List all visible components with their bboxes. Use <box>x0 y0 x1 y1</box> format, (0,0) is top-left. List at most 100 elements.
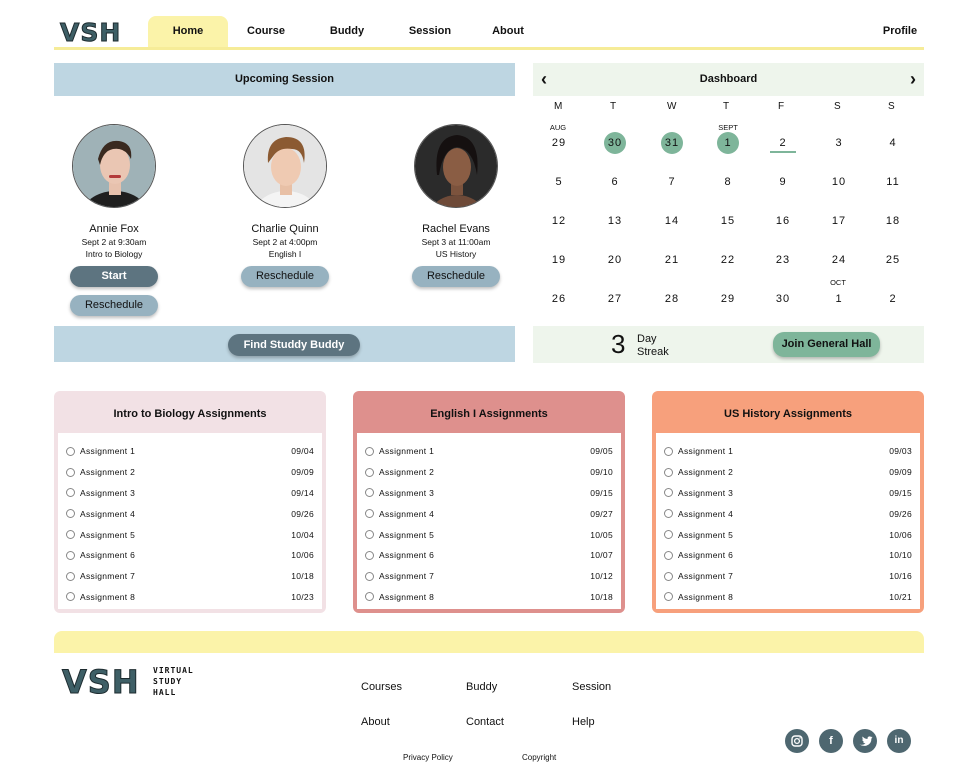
assignment-row[interactable]: Assignment 5 10/04 <box>58 524 322 545</box>
assignment-checkbox[interactable] <box>66 550 75 560</box>
assignment-row[interactable]: Assignment 2 09/10 <box>357 462 621 483</box>
footer-link-help[interactable]: Help <box>572 716 595 728</box>
calendar-day[interactable]: 7 <box>659 172 685 192</box>
footer-link-contact[interactable]: Contact <box>466 716 504 728</box>
assignment-row[interactable]: Assignment 8 10/18 <box>357 587 621 608</box>
footer-link-courses[interactable]: Courses <box>361 681 402 693</box>
calendar-day[interactable]: 29 <box>546 133 572 153</box>
calendar-day[interactable]: 27 <box>602 289 628 309</box>
assignment-checkbox[interactable] <box>66 592 75 602</box>
assignment-row[interactable]: Assignment 4 09/26 <box>58 503 322 524</box>
assignment-checkbox[interactable] <box>365 592 374 602</box>
assignment-row[interactable]: Assignment 5 10/06 <box>656 524 920 545</box>
assignment-row[interactable]: Assignment 1 09/04 <box>58 441 322 462</box>
assignment-checkbox[interactable] <box>365 509 374 519</box>
assignment-row[interactable]: Assignment 4 09/27 <box>357 503 621 524</box>
calendar-day[interactable]: 19 <box>546 250 572 270</box>
calendar-day[interactable]: 24 <box>826 250 852 270</box>
calendar-day[interactable]: 25 <box>880 250 906 270</box>
calendar-day[interactable]: 23 <box>770 250 796 270</box>
nav-profile[interactable]: Profile <box>870 16 930 47</box>
assignment-checkbox[interactable] <box>664 467 673 477</box>
linkedin-icon[interactable]: in <box>887 729 911 753</box>
privacy-policy-link[interactable]: Privacy Policy <box>403 753 453 762</box>
assignment-checkbox[interactable] <box>664 509 673 519</box>
calendar-day-active[interactable]: 1 <box>717 132 739 154</box>
calendar-day[interactable]: 2 <box>880 289 906 309</box>
find-study-buddy-button[interactable]: Find Studdy Buddy <box>228 334 360 356</box>
assignment-checkbox[interactable] <box>664 530 673 540</box>
calendar-day[interactable]: 10 <box>826 172 852 192</box>
twitter-icon[interactable] <box>853 729 877 753</box>
assignment-row[interactable]: Assignment 6 10/07 <box>357 545 621 566</box>
chevron-right-icon[interactable]: › <box>910 63 916 96</box>
calendar-day[interactable]: 1 <box>826 289 852 309</box>
calendar-day[interactable]: 20 <box>602 250 628 270</box>
copyright-link[interactable]: Copyright <box>522 753 556 762</box>
assignment-checkbox[interactable] <box>365 488 374 498</box>
assignment-row[interactable]: Assignment 7 10/16 <box>656 566 920 587</box>
assignment-checkbox[interactable] <box>664 488 673 498</box>
footer-link-buddy[interactable]: Buddy <box>466 681 497 693</box>
calendar-day[interactable]: 16 <box>770 211 796 231</box>
start-button[interactable]: Start <box>70 266 158 287</box>
calendar-day[interactable]: 9 <box>770 172 796 192</box>
calendar-day[interactable]: 17 <box>826 211 852 231</box>
calendar-day[interactable]: 30 <box>770 289 796 309</box>
assignment-row[interactable]: Assignment 7 10/18 <box>58 566 322 587</box>
calendar-day[interactable]: 8 <box>715 172 741 192</box>
nav-home[interactable]: Home <box>148 16 228 47</box>
calendar-day[interactable]: 12 <box>546 211 572 231</box>
assignment-checkbox[interactable] <box>66 509 75 519</box>
assignment-checkbox[interactable] <box>365 571 374 581</box>
facebook-icon[interactable]: f <box>819 729 843 753</box>
join-general-hall-button[interactable]: Join General Hall <box>773 332 880 357</box>
assignment-checkbox[interactable] <box>365 467 374 477</box>
assignment-checkbox[interactable] <box>664 550 673 560</box>
calendar-day[interactable]: 3 <box>826 133 852 153</box>
assignment-row[interactable]: Assignment 8 10/23 <box>58 587 322 608</box>
assignment-row[interactable]: Assignment 2 09/09 <box>656 462 920 483</box>
assignment-checkbox[interactable] <box>365 530 374 540</box>
footer-link-about[interactable]: About <box>361 716 390 728</box>
assignment-checkbox[interactable] <box>66 571 75 581</box>
calendar-day[interactable]: 15 <box>715 211 741 231</box>
assignment-row[interactable]: Assignment 5 10/05 <box>357 524 621 545</box>
assignment-checkbox[interactable] <box>66 488 75 498</box>
assignment-row[interactable]: Assignment 1 09/05 <box>357 441 621 462</box>
assignment-row[interactable]: Assignment 2 09/09 <box>58 462 322 483</box>
assignment-row[interactable]: Assignment 1 09/03 <box>656 441 920 462</box>
assignment-checkbox[interactable] <box>365 446 374 456</box>
footer-link-session[interactable]: Session <box>572 681 611 693</box>
calendar-day-active[interactable]: 30 <box>604 132 626 154</box>
assignment-row[interactable]: Assignment 4 09/26 <box>656 503 920 524</box>
calendar-day[interactable]: 13 <box>602 211 628 231</box>
assignment-row[interactable]: Assignment 3 09/15 <box>357 483 621 504</box>
calendar-day-today[interactable]: 2 <box>770 133 796 153</box>
reschedule-button[interactable]: Reschedule <box>412 266 500 287</box>
assignment-row[interactable]: Assignment 3 09/15 <box>656 483 920 504</box>
calendar-day[interactable]: 11 <box>880 172 906 192</box>
assignment-checkbox[interactable] <box>664 446 673 456</box>
calendar-day[interactable]: 6 <box>602 172 628 192</box>
chevron-left-icon[interactable]: ‹ <box>541 63 547 96</box>
calendar-day[interactable]: 5 <box>546 172 572 192</box>
calendar-day[interactable]: 14 <box>659 211 685 231</box>
assignment-row[interactable]: Assignment 6 10/06 <box>58 545 322 566</box>
reschedule-button[interactable]: Reschedule <box>70 295 158 316</box>
nav-course[interactable]: Course <box>236 16 296 47</box>
assignment-checkbox[interactable] <box>664 571 673 581</box>
reschedule-button[interactable]: Reschedule <box>241 266 329 287</box>
calendar-day[interactable]: 21 <box>659 250 685 270</box>
assignment-row[interactable]: Assignment 3 09/14 <box>58 483 322 504</box>
calendar-day[interactable]: 26 <box>546 289 572 309</box>
assignment-row[interactable]: Assignment 6 10/10 <box>656 545 920 566</box>
nav-session[interactable]: Session <box>400 16 460 47</box>
assignment-row[interactable]: Assignment 7 10/12 <box>357 566 621 587</box>
nav-buddy[interactable]: Buddy <box>317 16 377 47</box>
assignment-row[interactable]: Assignment 8 10/21 <box>656 587 920 608</box>
assignment-checkbox[interactable] <box>365 550 374 560</box>
calendar-day[interactable]: 18 <box>880 211 906 231</box>
footer-logo[interactable]: VSH <box>62 663 140 702</box>
assignment-checkbox[interactable] <box>66 446 75 456</box>
